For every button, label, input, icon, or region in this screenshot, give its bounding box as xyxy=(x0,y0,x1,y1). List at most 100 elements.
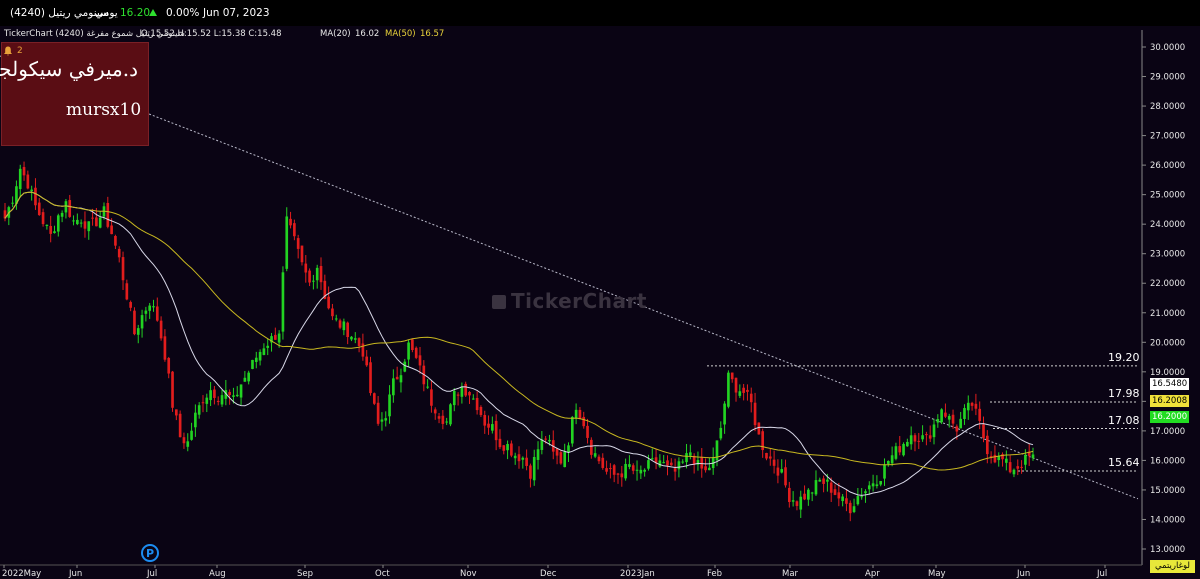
candle-body xyxy=(399,375,403,383)
candle-body xyxy=(955,426,959,432)
candle-body xyxy=(426,386,429,388)
chart-info-bar: TickerChart سينومي ريتيل شموع مفرغة (424… xyxy=(0,26,1142,42)
candle-body xyxy=(494,420,498,441)
candle-body xyxy=(510,443,513,456)
candle-body xyxy=(125,283,129,300)
candle-body xyxy=(959,418,962,429)
candle-body xyxy=(944,412,947,417)
x-tick-label: Jul xyxy=(1096,569,1107,579)
candle-body xyxy=(79,222,83,224)
candle-body xyxy=(521,457,525,460)
candle-body xyxy=(243,377,247,382)
candle-body xyxy=(544,438,547,440)
candle-body xyxy=(985,435,989,455)
candle-body xyxy=(601,457,605,468)
candle-body xyxy=(76,219,79,225)
candle-body xyxy=(34,187,37,206)
candle-body xyxy=(586,425,589,438)
candle-body xyxy=(898,446,902,453)
candle-body xyxy=(906,441,909,447)
up-arrow-icon xyxy=(149,9,157,16)
candle-body xyxy=(993,454,997,463)
candle-body xyxy=(140,315,144,329)
candle-body xyxy=(220,395,224,405)
y-tick-label: 14.0000 xyxy=(1150,515,1185,525)
y-tick-label: 24.0000 xyxy=(1150,220,1185,230)
candle-body xyxy=(308,270,311,283)
symbol-header-bar: سينومي ريتيل (4240) يومي 16.20 0.00% Jun… xyxy=(0,0,1200,26)
candle-body xyxy=(727,372,730,407)
candle-body xyxy=(190,430,193,440)
candle-body xyxy=(327,296,330,309)
candle-body xyxy=(582,416,586,427)
candle-body xyxy=(513,455,517,459)
alerts-badge[interactable]: 2 xyxy=(3,44,33,58)
bell-icon xyxy=(4,46,12,56)
tickerchart-watermark-text: TickerChart xyxy=(511,289,647,313)
candle-body xyxy=(258,351,262,361)
candle-body xyxy=(369,362,372,394)
candle-body xyxy=(498,438,502,448)
candle-body xyxy=(395,376,399,380)
candle-body xyxy=(228,391,231,395)
candle-body xyxy=(487,423,490,428)
candle-body xyxy=(491,424,494,431)
candle-body xyxy=(479,406,483,416)
level-label: 19.20 xyxy=(1108,350,1140,364)
candle-body xyxy=(26,174,30,189)
candle-body xyxy=(681,461,685,463)
candle-body xyxy=(68,200,72,217)
candle-body xyxy=(909,435,913,445)
log-scale-toggle-button[interactable]: لوغاريتمي xyxy=(1150,560,1195,573)
x-tick-label: Feb xyxy=(707,569,722,579)
y-tick-label: 29.0000 xyxy=(1150,73,1185,83)
candle-body xyxy=(232,395,235,397)
candle-body xyxy=(818,479,822,482)
candle-body xyxy=(951,414,955,424)
y-tick-label: 15.0000 xyxy=(1150,486,1185,496)
candle-body xyxy=(414,347,418,358)
candle-body xyxy=(913,435,917,442)
candle-body xyxy=(772,459,776,466)
candle-body xyxy=(643,469,646,472)
candle-body xyxy=(239,384,243,398)
candle-body xyxy=(254,357,258,362)
candle-body xyxy=(502,445,506,451)
candle-body xyxy=(403,361,407,372)
candle-body xyxy=(209,390,212,401)
y-tick-label: 20.0000 xyxy=(1150,338,1185,348)
period-label[interactable]: يومي xyxy=(95,7,118,19)
candle-body xyxy=(864,491,867,494)
candle-body xyxy=(121,257,125,281)
candle-body xyxy=(921,435,924,440)
candle-body xyxy=(460,386,464,397)
candle-body xyxy=(304,263,308,273)
candle-body xyxy=(273,334,277,340)
candle-body xyxy=(388,394,391,417)
candle-body xyxy=(685,453,688,463)
candle-body xyxy=(532,457,536,481)
y-tick-label: 22.0000 xyxy=(1150,279,1185,289)
candle-body xyxy=(631,465,635,471)
candle-body xyxy=(719,427,723,439)
candle-body xyxy=(293,223,296,237)
candle-body xyxy=(570,416,574,444)
candle-body xyxy=(940,409,943,423)
p-icon[interactable]: P xyxy=(141,544,159,562)
candle-body xyxy=(11,202,14,204)
candle-body xyxy=(315,267,319,281)
candle-body xyxy=(917,440,921,442)
candle-body xyxy=(567,445,570,453)
candle-body xyxy=(407,342,410,360)
candle-body xyxy=(647,460,650,469)
y-tick-label: 25.0000 xyxy=(1150,191,1185,201)
candle-body xyxy=(559,452,563,464)
candle-body xyxy=(749,393,753,403)
ma20-value: 16.02 xyxy=(355,29,380,39)
candle-body xyxy=(795,501,799,506)
candle-body xyxy=(1005,458,1008,463)
candle-body xyxy=(30,189,33,192)
candle-body xyxy=(1020,466,1023,468)
candle-body xyxy=(833,489,837,495)
candle-body xyxy=(334,318,338,320)
